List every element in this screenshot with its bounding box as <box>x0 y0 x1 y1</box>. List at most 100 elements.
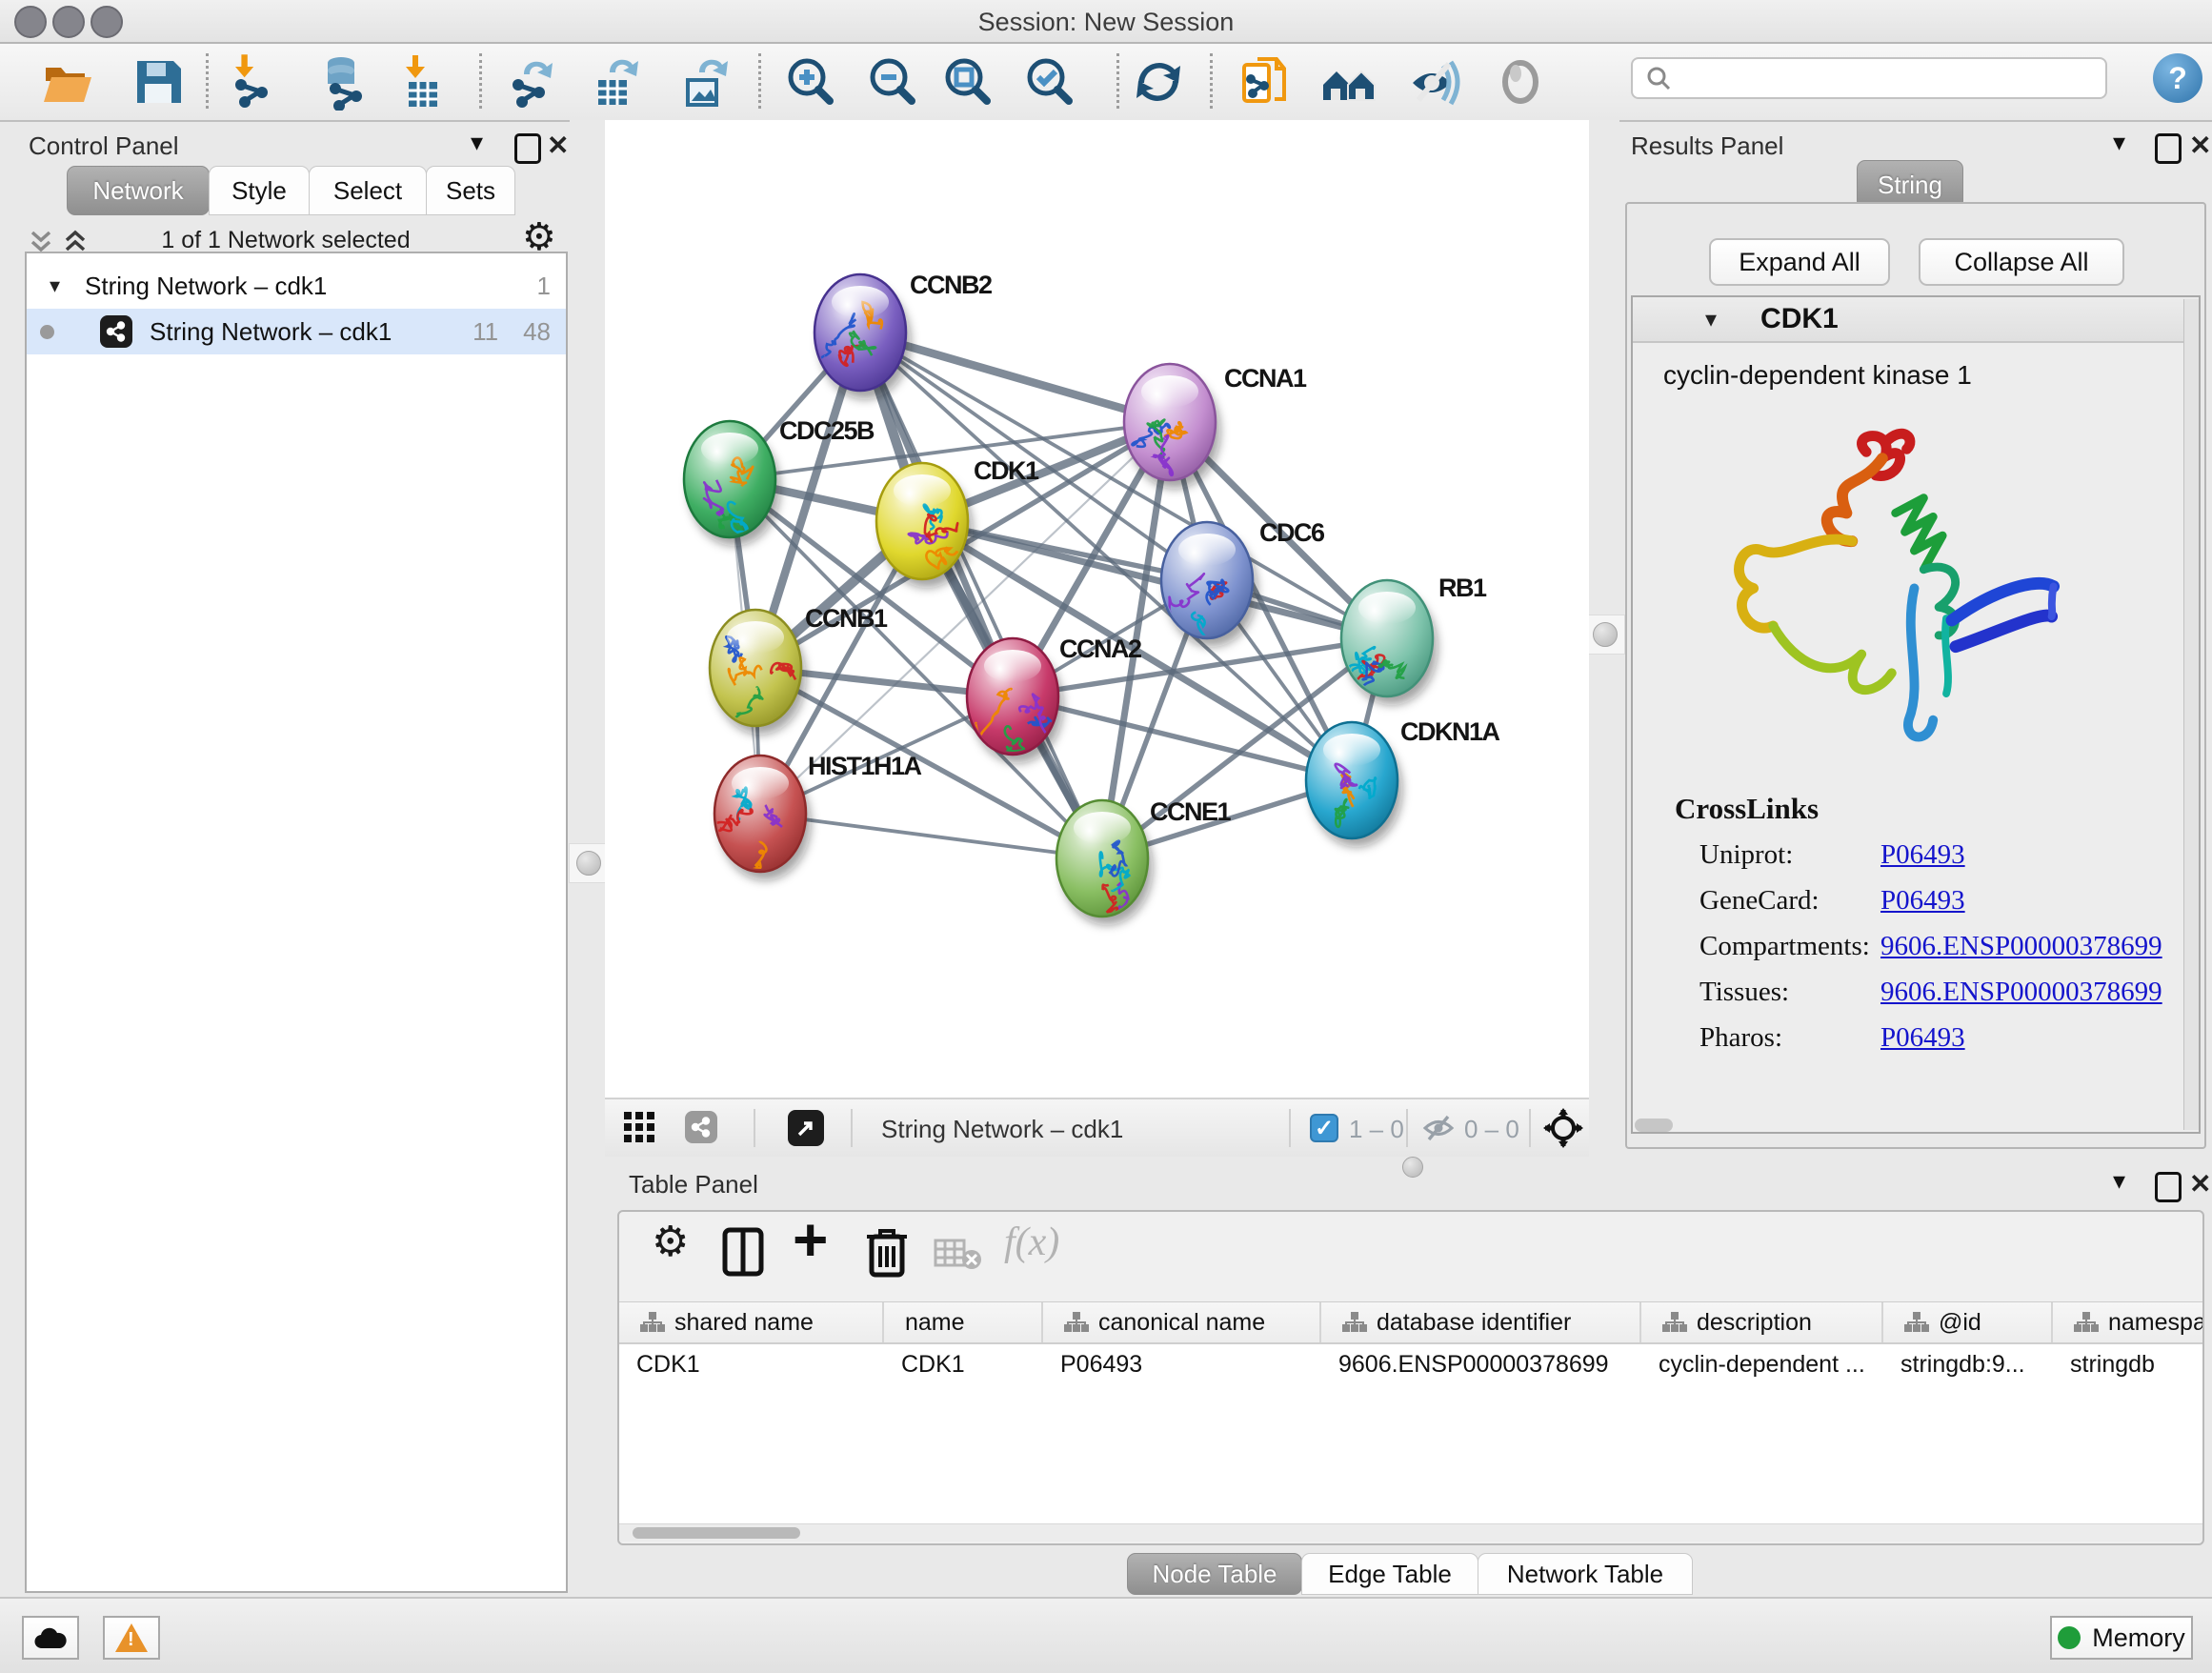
refresh-icon <box>1131 54 1186 110</box>
tree-expand-arrow-icon[interactable]: ▾ <box>50 273 60 298</box>
table-cell[interactable]: CDK1 <box>884 1344 1043 1384</box>
column-header-description[interactable]: description <box>1641 1302 1883 1342</box>
eye-slash-icon <box>1405 52 1464 111</box>
control-panel-close-button[interactable]: ✕ <box>547 130 569 161</box>
save-session-button[interactable] <box>128 51 189 112</box>
scrollbar-thumb[interactable] <box>633 1527 800 1539</box>
control-panel-menu-arrow-icon[interactable]: ▾ <box>471 130 483 154</box>
refresh-view-button[interactable] <box>1128 51 1189 112</box>
left-splitter-handle[interactable] <box>569 843 609 883</box>
question-icon: ? <box>2168 61 2187 96</box>
tab-network[interactable]: Network <box>67 166 210 215</box>
birds-eye-grid-icon[interactable] <box>624 1112 656 1144</box>
warning-status-button[interactable]: ! <box>103 1616 160 1660</box>
string-badge-icon[interactable] <box>685 1111 717 1143</box>
tab-style[interactable]: Style <box>209 166 310 215</box>
table-horizontal-scrollbar[interactable] <box>619 1523 2204 1542</box>
table-cell[interactable]: 9606.ENSP00000378699 <box>1321 1344 1641 1384</box>
crosslink-link[interactable]: P06493 <box>1880 885 1965 917</box>
export-image-button[interactable] <box>674 51 735 112</box>
memory-button[interactable]: Memory <box>2050 1616 2193 1660</box>
crosslink-link[interactable]: 9606.ENSP00000378699 <box>1880 977 2162 1008</box>
delete-column-trash-icon[interactable] <box>865 1225 909 1279</box>
export-network-button[interactable] <box>503 51 564 112</box>
export-image-icon <box>676 53 734 111</box>
table-panel-close-button[interactable]: ✕ <box>2189 1168 2211 1199</box>
column-header-canonical-name[interactable]: canonical name <box>1043 1302 1321 1342</box>
memory-label: Memory <box>2092 1623 2185 1653</box>
column-header-namespace[interactable]: namespace <box>2053 1302 2204 1342</box>
crosslink-link[interactable]: P06493 <box>1880 1022 1965 1054</box>
results-panel-float-button[interactable] <box>2155 133 2182 164</box>
open-in-window-icon[interactable] <box>788 1110 824 1146</box>
table-cell[interactable]: cyclin-dependent ... <box>1641 1344 1883 1384</box>
results-horizontal-scrollbar[interactable] <box>1635 1119 1673 1132</box>
import-table-file-button[interactable] <box>392 51 452 112</box>
network-node-ccna2[interactable]: CCNA2 <box>967 635 1141 763</box>
first-neighbors-button[interactable] <box>1318 51 1379 112</box>
section-collapse-arrow-icon[interactable]: ▾ <box>1705 306 1717 333</box>
table-options-gear-icon[interactable]: ⚙ <box>652 1218 689 1266</box>
network-canvas[interactable]: CCNB2CCNA1CDC25BCDK1CDC6RB1CCNB1CCNA2CDK… <box>605 120 1589 1098</box>
results-panel-menu-arrow-icon[interactable]: ▾ <box>2113 130 2125 154</box>
table-cell[interactable]: stringdb <box>2053 1344 2204 1384</box>
help-button[interactable]: ? <box>2153 53 2202 103</box>
network-graph[interactable]: CCNB2CCNA1CDC25BCDK1CDC6RB1CCNB1CCNA2CDK… <box>605 120 1589 1098</box>
network-node-cdk1[interactable]: CDK1 <box>876 456 1039 588</box>
network-row-selected[interactable]: String Network – cdk1 11 48 <box>27 309 566 354</box>
show-all-button[interactable] <box>1490 51 1551 112</box>
search-input[interactable] <box>1673 63 2086 94</box>
table-panel-menu-arrow-icon[interactable]: ▾ <box>2113 1168 2125 1193</box>
network-node-rb1[interactable]: RB1 <box>1341 574 1487 705</box>
crosslink-link[interactable]: P06493 <box>1880 839 1965 871</box>
crosslink-label: Pharos: <box>1699 1022 1880 1054</box>
tab-select[interactable]: Select <box>309 166 427 215</box>
network-node-ccne1[interactable]: CCNE1 <box>1056 797 1232 936</box>
network-collection-row[interactable]: ▾ String Network – cdk1 1 <box>27 263 566 309</box>
add-column-plus-icon[interactable]: + <box>793 1210 828 1275</box>
network-node-cdkn1a[interactable]: CDKN1A <box>1306 717 1500 847</box>
open-session-button[interactable] <box>37 51 98 112</box>
selected-checkbox-icon[interactable]: ✓ <box>1310 1114 1338 1142</box>
network-edge[interactable] <box>760 814 1102 858</box>
zoom-selected-button[interactable] <box>1018 51 1079 112</box>
network-node-ccnb2[interactable]: CCNB2 <box>814 271 992 399</box>
cloud-status-button[interactable] <box>22 1616 79 1660</box>
expand-all-button[interactable]: Expand All <box>1709 238 1890 286</box>
import-network-file-button[interactable] <box>220 51 281 112</box>
network-node-hist1h1a[interactable]: HIST1H1A <box>714 752 921 881</box>
column-header-database-identifier[interactable]: database identifier <box>1321 1302 1641 1342</box>
export-table-button[interactable] <box>585 51 646 112</box>
hide-selected-button[interactable] <box>1404 51 1465 112</box>
import-network-database-button[interactable] <box>312 51 373 112</box>
crosslink-link[interactable]: 9606.ENSP00000378699 <box>1880 931 2162 962</box>
table-cell[interactable]: stringdb:9... <box>1883 1344 2053 1384</box>
gene-section-header[interactable]: ▾ CDK1 <box>1633 297 2199 343</box>
control-panel-float-button[interactable] <box>514 133 541 164</box>
show-columns-icon[interactable] <box>722 1227 764 1277</box>
table-header-row: shared namenamecanonical namedatabase id… <box>619 1301 2204 1344</box>
table-cell[interactable]: P06493 <box>1043 1344 1321 1384</box>
table-row[interactable]: CDK1CDK1P064939606.ENSP00000378699cyclin… <box>619 1344 2204 1384</box>
column-header--id[interactable]: @id <box>1883 1302 2053 1342</box>
current-network-name: String Network – cdk1 <box>881 1115 1123 1144</box>
tab-sets[interactable]: Sets <box>426 166 515 215</box>
column-header-shared-name[interactable]: shared name <box>619 1302 884 1342</box>
search-box[interactable] <box>1631 57 2107 99</box>
tab-network-table[interactable]: Network Table <box>1478 1553 1693 1595</box>
left-splitter[interactable] <box>570 120 605 1155</box>
tab-node-table[interactable]: Node Table <box>1127 1553 1302 1595</box>
zoom-out-button[interactable] <box>861 51 922 112</box>
table-panel-float-button[interactable] <box>2155 1172 2182 1202</box>
zoom-fit-button[interactable] <box>936 51 997 112</box>
tab-edge-table[interactable]: Edge Table <box>1301 1553 1478 1595</box>
zoom-in-button[interactable] <box>779 51 840 112</box>
column-header-name[interactable]: name <box>884 1302 1043 1342</box>
results-panel-close-button[interactable]: ✕ <box>2189 130 2211 161</box>
collapse-all-button[interactable]: Collapse All <box>1919 238 2124 286</box>
hidden-node-edge-counts: 0 – 0 <box>1464 1115 1519 1144</box>
table-cell[interactable]: CDK1 <box>619 1344 884 1384</box>
results-vertical-scrollbar[interactable] <box>2183 299 2200 1130</box>
fit-selected-crosshair-icon[interactable] <box>1543 1108 1583 1148</box>
clone-network-button[interactable] <box>1235 51 1296 112</box>
